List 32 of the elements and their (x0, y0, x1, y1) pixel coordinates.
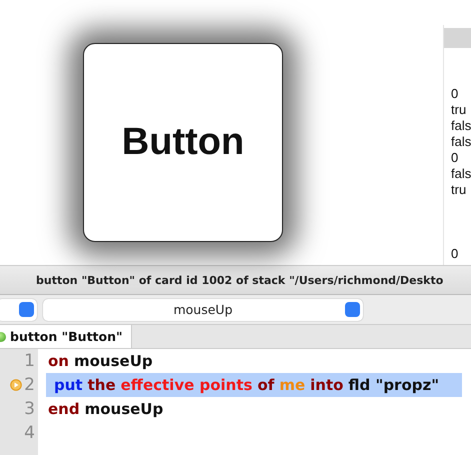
script-tab[interactable]: button "Button" (0, 325, 132, 348)
field-value: fals (450, 134, 471, 150)
field-value: 0 (450, 150, 460, 166)
breakpoint-icon[interactable] (10, 379, 22, 391)
stepper-icon (19, 302, 34, 317)
button-object[interactable]: Button (83, 43, 283, 242)
code-token: the (88, 376, 116, 394)
field-value: tru (450, 182, 468, 198)
field-value: fals (450, 118, 471, 134)
field-value: 0 (450, 86, 460, 102)
code-token: end (48, 400, 80, 418)
field-value: fals (450, 166, 471, 182)
line-number: 3 (24, 399, 35, 419)
object-dropdown[interactable] (0, 298, 37, 320)
window-title: button "Button" of card id 1002 of stack "/Users/richmond/Deskto (36, 274, 444, 286)
line-number: 1 (24, 351, 35, 371)
field-value: 0 (450, 246, 460, 262)
code-token: effective points (120, 376, 252, 394)
line-number: 4 (24, 423, 35, 443)
field-header (444, 28, 471, 48)
code-token: of (257, 376, 274, 394)
code-token: mouseUp (84, 400, 164, 418)
code-token: into (310, 376, 344, 394)
handler-dropdown[interactable]: mouseUp (43, 298, 363, 320)
line-number: 2 (24, 375, 35, 395)
code-token: fld "propz" (348, 376, 440, 394)
stepper-icon (345, 302, 360, 317)
code-token: put (54, 376, 83, 394)
code-token: on (48, 352, 69, 370)
code-token: me (279, 376, 306, 394)
field-value: tru (450, 102, 468, 118)
code-token: mouseUp (74, 352, 153, 370)
